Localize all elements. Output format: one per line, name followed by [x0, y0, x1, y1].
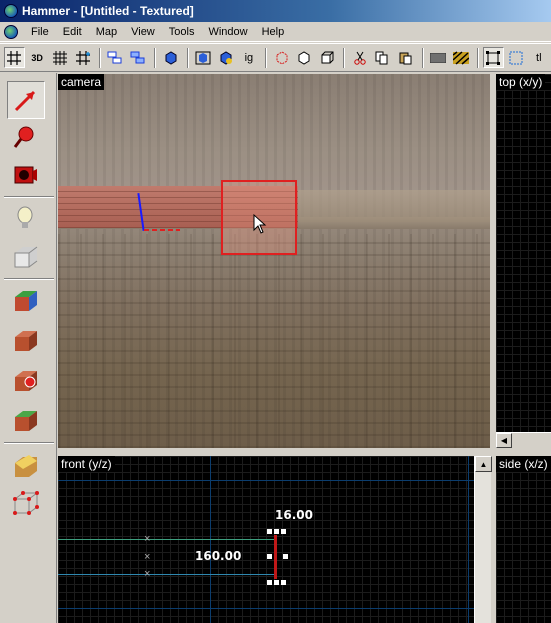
- menu-help[interactable]: Help: [255, 26, 292, 38]
- magnify-icon[interactable]: [9, 121, 41, 153]
- front-entity-line-cyan: [58, 574, 274, 575]
- toolbar-separator: [98, 47, 101, 68]
- hollow-icon[interactable]: [271, 47, 292, 68]
- top-viewport-hscrollbar[interactable]: ◀: [496, 432, 551, 448]
- camera-viewport[interactable]: camera: [58, 74, 490, 448]
- viewport-splitter-horizontal[interactable]: [58, 448, 551, 456]
- carve-icon[interactable]: [193, 47, 214, 68]
- grid-icon[interactable]: [4, 47, 25, 68]
- brush-height-label: 160.00: [195, 549, 242, 563]
- grid-major-line: [468, 456, 469, 623]
- ungroup-icon[interactable]: [128, 47, 149, 68]
- document-icon[interactable]: [4, 24, 18, 39]
- select-dashed-icon[interactable]: [506, 47, 527, 68]
- title-bar: Hammer - [Untitled - Textured]: [0, 0, 551, 22]
- selected-brush-outline[interactable]: [274, 535, 277, 579]
- selection-arrow-icon[interactable]: [7, 81, 45, 119]
- mouse-cursor-icon: [253, 214, 267, 234]
- entity-marker-icon[interactable]: ×: [144, 552, 150, 563]
- front-viewport-vscrollbar[interactable]: ▲: [474, 456, 492, 623]
- menu-tools[interactable]: Tools: [162, 26, 202, 38]
- 3d-grid-label: 3D: [31, 52, 43, 63]
- resize-handle[interactable]: [274, 580, 279, 585]
- top-viewport-label[interactable]: top (x/y): [496, 74, 546, 90]
- menu-file[interactable]: File: [24, 26, 56, 38]
- resize-handle[interactable]: [267, 554, 272, 559]
- toolbar-separator: [343, 47, 346, 68]
- apply-texture-icon[interactable]: [9, 325, 41, 357]
- copy-icon[interactable]: [372, 47, 393, 68]
- texture-icon[interactable]: [428, 47, 449, 68]
- resize-handle[interactable]: [267, 580, 272, 585]
- brush-icon[interactable]: [294, 47, 315, 68]
- main-toolbar: 3D ig tl: [0, 43, 551, 72]
- camera-axis-x: [144, 229, 180, 231]
- 3d-grid-icon[interactable]: 3D: [27, 47, 48, 68]
- toolbar-separator: [476, 47, 479, 68]
- menu-window[interactable]: Window: [201, 26, 254, 38]
- hide-icon[interactable]: [160, 47, 181, 68]
- ignore-groups-icon[interactable]: ig: [238, 47, 259, 68]
- entity-marker-icon[interactable]: ×: [144, 534, 150, 545]
- texture-lock-icon[interactable]: [450, 47, 471, 68]
- texture-app-icon[interactable]: [9, 285, 41, 317]
- menu-bar: File Edit Map View Tools Window Help: [0, 22, 551, 42]
- resize-handle[interactable]: [267, 529, 272, 534]
- grid-major-line: [58, 608, 474, 609]
- tool-palette: [0, 73, 57, 623]
- camera-floor: [58, 234, 490, 448]
- vertex-icon[interactable]: [9, 487, 41, 519]
- tl-icon[interactable]: tl: [528, 47, 549, 68]
- window-title: Hammer - [Untitled - Textured]: [22, 4, 194, 18]
- menu-map[interactable]: Map: [89, 26, 124, 38]
- clipping-icon[interactable]: [9, 449, 41, 481]
- entity-marker-icon[interactable]: ×: [144, 569, 150, 580]
- ignore-groups-label: ig: [244, 51, 254, 64]
- tool-separator: [4, 278, 54, 280]
- toolbar-separator: [187, 47, 190, 68]
- tl-label: tl: [536, 51, 542, 64]
- camera-far-wall: [298, 190, 490, 222]
- brush-width-label: 16.00: [275, 508, 313, 522]
- resize-handle[interactable]: [274, 529, 279, 534]
- scroll-up-arrow-icon[interactable]: ▲: [475, 456, 492, 472]
- smaller-grid-icon[interactable]: [49, 47, 70, 68]
- tool-separator: [4, 196, 54, 198]
- side-viewport[interactable]: side (x/z): [496, 456, 551, 623]
- larger-grid-icon[interactable]: [72, 47, 93, 68]
- toolbar-separator: [421, 47, 424, 68]
- top-viewport[interactable]: top (x/y): [496, 74, 551, 448]
- front-entity-line-green: [58, 539, 274, 540]
- block-tool-icon[interactable]: [9, 241, 41, 273]
- camera-icon[interactable]: [9, 159, 41, 191]
- front-viewport-label[interactable]: front (y/z): [58, 456, 115, 472]
- menu-edit[interactable]: Edit: [56, 26, 89, 38]
- overlay-icon[interactable]: [9, 405, 41, 437]
- app-icon: [4, 4, 18, 18]
- toolbar-separator: [265, 47, 268, 68]
- tool-separator: [4, 442, 54, 444]
- paste-icon[interactable]: [395, 47, 416, 68]
- front-viewport[interactable]: front (y/z) × × × 16.00 160.00: [58, 456, 474, 623]
- resize-handle[interactable]: [281, 580, 286, 585]
- grid-major-line: [58, 480, 474, 481]
- side-viewport-label[interactable]: side (x/z): [496, 456, 551, 472]
- resize-handle[interactable]: [283, 554, 288, 559]
- select-box-icon[interactable]: [482, 47, 504, 68]
- box-icon[interactable]: [317, 47, 338, 68]
- entity-icon[interactable]: [216, 47, 237, 68]
- entity-light-icon[interactable]: [9, 203, 41, 235]
- menu-view[interactable]: View: [124, 26, 162, 38]
- toolbar-separator: [154, 47, 157, 68]
- group-icon[interactable]: [105, 47, 126, 68]
- camera-viewport-label[interactable]: camera: [58, 74, 105, 90]
- decal-icon[interactable]: [9, 365, 41, 397]
- cut-icon[interactable]: [349, 47, 370, 68]
- resize-handle[interactable]: [281, 529, 286, 534]
- scroll-left-arrow-icon[interactable]: ◀: [496, 433, 512, 448]
